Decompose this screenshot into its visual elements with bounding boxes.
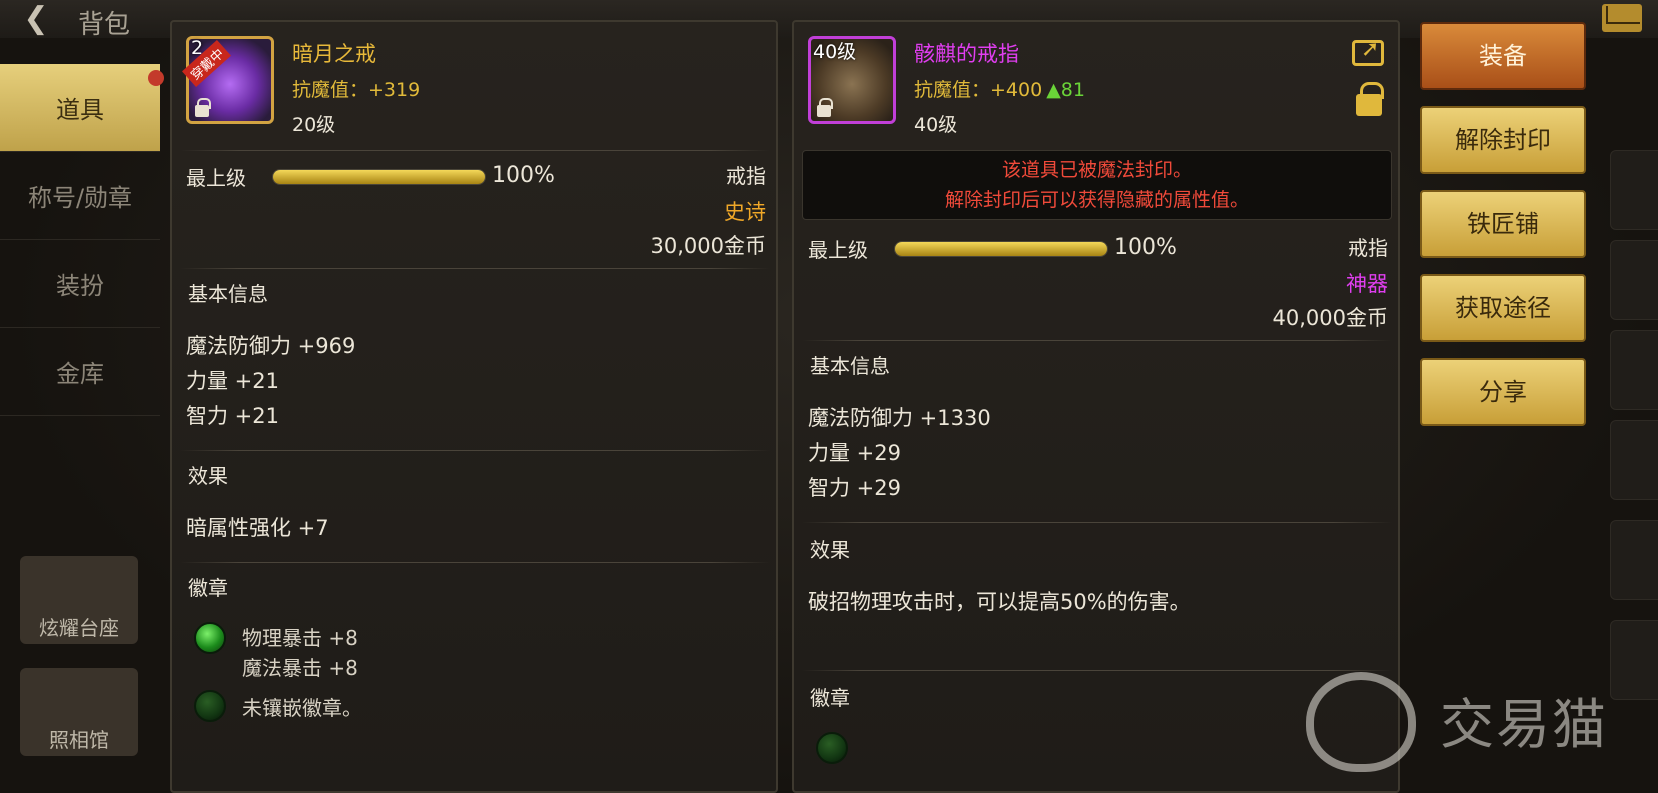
emblem-socket-empty-icon[interactable] — [194, 690, 226, 722]
unseal-button[interactable]: 解除封印 — [1420, 106, 1586, 174]
effect-title: 效果 — [188, 464, 228, 488]
emblem-empty-text: 未镶嵌徽章。 — [242, 696, 362, 720]
emblem-stat-line: 魔法暴击 +8 — [242, 656, 358, 680]
item-anti-magic-stat: 抗魔值：+319 — [292, 79, 421, 101]
nav-item-vault[interactable]: 金库 — [0, 328, 160, 416]
item-anti-magic-value: 抗魔值：+400 — [914, 79, 1043, 101]
item-price: 40,000金币 — [1272, 306, 1388, 330]
tier-label: 最上级 — [808, 238, 868, 262]
nav-item-titles-medals[interactable]: 称号/勋章 — [0, 152, 160, 240]
lock-icon — [817, 98, 833, 117]
basic-stat-line: 力量 +21 — [186, 369, 279, 393]
item-level: 40级 — [914, 114, 958, 136]
item-rarity: 史诗 — [724, 200, 766, 224]
photo-studio-button[interactable]: 照相馆 — [20, 668, 138, 756]
action-button-column: 装备 解除封印 铁匠铺 获取途径 分享 — [1420, 22, 1588, 442]
seal-notice: 该道具已被魔法封印。 解除封印后可以获得隐藏的属性值。 — [802, 150, 1392, 220]
page-title: 背包 — [78, 10, 131, 40]
basic-stat-line: 魔法防御力 +969 — [186, 334, 356, 358]
item-icon: 40级 — [808, 36, 896, 124]
effect-line: 破招物理攻击时，可以提高50%的伤害。 — [808, 590, 1191, 614]
effect-title: 效果 — [810, 538, 850, 562]
item-rarity: 神器 — [1346, 272, 1388, 296]
divider — [802, 522, 1392, 523]
basic-info-title: 基本信息 — [810, 354, 890, 378]
grade-progress-bar — [272, 169, 486, 185]
divider — [802, 340, 1392, 341]
equip-button[interactable]: 装备 — [1420, 22, 1586, 90]
emblem-title: 徽章 — [810, 686, 850, 710]
showcase-button[interactable]: 炫耀台座 — [20, 556, 138, 644]
basic-stat-line: 魔法防御力 +1330 — [808, 406, 991, 430]
seal-notice-line: 该道具已被魔法封印。 — [1001, 159, 1192, 181]
grade-progress-text: 100% — [492, 163, 555, 188]
left-nav: 道具 称号/勋章 装扮 金库 — [0, 64, 164, 416]
equipped-item-tooltip: 2 穿戴中 暗月之戒 抗魔值：+319 20级 最上级 100% 戒指 史诗 3… — [170, 20, 778, 793]
grade-progress-fill — [273, 170, 485, 184]
emblem-stat-line: 物理暴击 +8 — [242, 626, 358, 650]
emblem-socket-filled-icon[interactable] — [194, 622, 226, 654]
divider — [180, 450, 770, 451]
inventory-slot[interactable] — [1610, 150, 1658, 230]
basic-stat-line: 智力 +29 — [808, 476, 901, 500]
back-arrow-icon[interactable]: ❮ — [14, 2, 58, 36]
basic-info-title: 基本信息 — [188, 282, 268, 306]
basic-stat-line: 智力 +21 — [186, 404, 279, 428]
grade-progress-text: 100% — [1114, 235, 1177, 260]
effect-line: 暗属性强化 +7 — [186, 516, 329, 540]
item-name: 骸麒的戒指 — [914, 42, 1019, 66]
item-icon-level: 40级 — [813, 41, 857, 63]
nav-item-avatar[interactable]: 装扮 — [0, 240, 160, 328]
inventory-slot[interactable] — [1610, 520, 1658, 600]
equipped-tag: 穿戴中 — [182, 39, 232, 88]
stat-increase: ▲81 — [1046, 79, 1085, 101]
item-level: 20级 — [292, 114, 336, 136]
item-anti-magic-stat: 抗魔值：+400 ▲81 — [914, 75, 1085, 102]
inventory-slot[interactable] — [1610, 330, 1658, 410]
grade-progress-fill — [895, 242, 1107, 256]
tier-label: 最上级 — [186, 166, 246, 190]
item-name: 暗月之戒 — [292, 42, 376, 66]
item-slot-type: 戒指 — [1348, 236, 1388, 260]
divider — [180, 562, 770, 563]
mail-icon[interactable] — [1602, 4, 1642, 32]
item-slot-type: 戒指 — [726, 164, 766, 188]
item-price: 30,000金币 — [650, 234, 766, 258]
seal-notice-line: 解除封印后可以获得隐藏的属性值。 — [944, 189, 1249, 211]
notification-dot — [148, 70, 164, 86]
basic-stat-line: 力量 +29 — [808, 441, 901, 465]
watermark-text: 交易猫 — [1440, 693, 1608, 756]
obtain-route-button[interactable]: 获取途径 — [1420, 274, 1586, 342]
inventory-slot[interactable] — [1610, 240, 1658, 320]
grade-progress-bar — [894, 241, 1108, 257]
divider — [802, 670, 1392, 671]
lock-icon[interactable] — [1356, 82, 1384, 116]
emblem-socket-empty-icon[interactable] — [816, 732, 848, 764]
watermark-cat-logo-icon — [1306, 672, 1416, 772]
divider — [180, 150, 770, 151]
emblem-title: 徽章 — [188, 576, 228, 600]
inventory-slot[interactable] — [1610, 420, 1658, 500]
divider — [180, 268, 770, 269]
item-icon: 2 穿戴中 — [182, 36, 274, 124]
share-button[interactable]: 分享 — [1420, 358, 1586, 426]
share-icon[interactable] — [1352, 37, 1384, 66]
watermark: 交易猫 — [1306, 672, 1626, 772]
lock-icon — [195, 98, 211, 117]
nav-item-items[interactable]: 道具 — [0, 64, 160, 152]
blacksmith-button[interactable]: 铁匠铺 — [1420, 190, 1586, 258]
